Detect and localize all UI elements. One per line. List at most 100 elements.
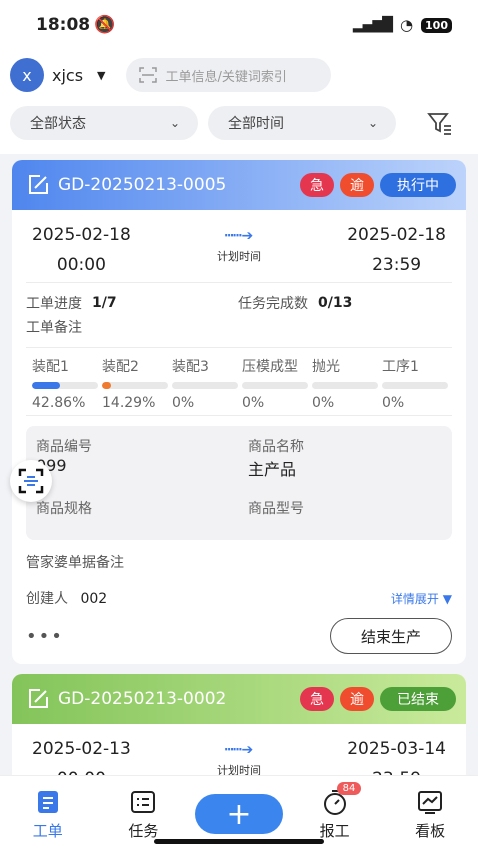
order-code: GD-20250213-0005 <box>58 175 227 195</box>
urgent-badge: 急 <box>300 173 334 197</box>
filter-icon[interactable] <box>426 109 454 137</box>
tab-label: 看板 <box>415 822 446 840</box>
tab-label: 报工 <box>319 822 350 840</box>
divider <box>26 415 452 416</box>
notification-badge: 84 <box>336 782 362 795</box>
process-item: 装配2 14.29% <box>102 356 172 411</box>
process-percent: 0% <box>242 395 265 411</box>
tab-work-order[interactable]: 工单 <box>8 788 88 841</box>
work-order-card[interactable]: GD-20250213-0002 急 逾 已结束 2025-02-13 00:0… <box>12 674 466 775</box>
battery-icon: 100 <box>421 17 452 33</box>
expand-details-link[interactable]: 详情展开 ▼ <box>391 590 452 607</box>
document-icon <box>37 791 58 813</box>
process-progress-bar <box>102 382 168 389</box>
goods-panel: 商品编号 099 商品名称 主产品 商品规格 商品型号 <box>26 426 452 540</box>
process-list: 装配1 42.86% 装配2 14.29% 装配3 0% 压模成型 0% 抛光 0% 工序1 0% <box>12 348 466 415</box>
process-progress-bar <box>242 382 308 389</box>
process-item: 工序1 0% <box>382 356 452 411</box>
tab-label: 工单 <box>32 822 63 840</box>
process-percent: 0% <box>312 395 335 411</box>
status-badge: 已结束 <box>380 687 456 711</box>
end-production-button[interactable]: 结束生产 <box>330 618 452 654</box>
scan-icon <box>138 67 157 83</box>
process-name: 装配2 <box>102 359 139 375</box>
process-progress-bar <box>312 382 378 389</box>
process-item: 压模成型 0% <box>242 356 312 411</box>
more-icon[interactable]: ••• <box>26 626 64 647</box>
start-time: 2025-02-18 00:00 <box>32 220 131 280</box>
tab-dashboard[interactable]: 看板 <box>390 788 470 841</box>
process-name: 装配1 <box>32 359 69 375</box>
time-filter-value: 全部时间 <box>228 116 284 132</box>
end-date: 2025-02-18 <box>347 225 446 245</box>
process-percent: 42.86% <box>32 395 86 411</box>
status-filter-select[interactable]: 全部状态 ⌄ <box>10 106 198 140</box>
process-name: 工序1 <box>382 359 419 375</box>
card-header: GD-20250213-0005 急 逾 执行中 <box>12 160 466 210</box>
chevron-down-icon[interactable]: ▼ <box>97 69 105 82</box>
goods-model-label: 商品型号 <box>248 501 304 517</box>
urgent-badge: 急 <box>300 687 334 711</box>
tab-tasks[interactable]: 任务 <box>103 788 183 841</box>
tab-label: 任务 <box>128 822 159 840</box>
card-header: GD-20250213-0002 急 逾 已结束 <box>12 674 466 724</box>
chevron-down-icon: ⌄ <box>367 116 378 130</box>
overdue-badge: 逾 <box>340 173 374 197</box>
bell-muted-icon: 🔕 <box>94 15 116 35</box>
end-clock: 23:59 <box>347 764 446 775</box>
chart-board-icon <box>418 791 443 814</box>
work-order-card[interactable]: GD-20250213-0005 急 逾 执行中 2025-02-18 00:0… <box>12 160 466 664</box>
process-percent: 0% <box>382 395 405 411</box>
signal-icon: ▂▄▆█ <box>352 17 393 33</box>
home-indicator <box>154 839 324 844</box>
goods-code: 099 <box>36 456 67 475</box>
clock: 18:08 <box>36 15 91 35</box>
scan-icon <box>18 468 44 494</box>
search-placeholder: 工单信息/关键词索引 <box>165 69 287 85</box>
process-progress-fill <box>102 382 112 389</box>
process-percent: 14.29% <box>102 395 156 411</box>
header: x xjcs ▼ 工单信息/关键词索引 全部状态 ⌄ 全部时间 ⌄ <box>0 50 478 154</box>
plan-time-mid: ┅┅➔ 计划时间 <box>217 734 261 775</box>
status-icons: ▂▄▆█ ◔ 100 <box>353 16 452 34</box>
arrow-right-icon: ┅┅➔ <box>224 742 254 758</box>
start-clock: 00:00 <box>56 255 106 275</box>
status-bar: 18:08 🔕 ▂▄▆█ ◔ 100 <box>0 0 478 50</box>
start-time: 2025-02-13 00:00 <box>32 734 131 775</box>
order-code: GD-20250213-0002 <box>58 689 227 709</box>
status-filter-value: 全部状态 <box>30 116 86 132</box>
butler-remark: 管家婆单据备注 <box>26 555 124 571</box>
card-actions: ••• 结束生产 <box>12 608 466 664</box>
floating-scan-button[interactable] <box>10 460 52 502</box>
goods-spec-label: 商品规格 <box>36 501 92 517</box>
status-time: 18:08 🔕 <box>36 15 115 35</box>
start-clock: 00:00 <box>32 764 131 775</box>
process-item: 抛光 0% <box>312 356 382 411</box>
plus-icon: + <box>194 794 283 834</box>
tab-add[interactable]: + <box>194 788 283 834</box>
status-badge: 执行中 <box>380 173 456 197</box>
progress-value: 1/7 <box>92 295 117 311</box>
start-date: 2025-02-13 <box>32 739 131 759</box>
plan-time: 2025-02-13 00:00 ┅┅➔ 计划时间 2025-03-14 23:… <box>12 724 466 775</box>
progress-label: 工单进度 <box>26 296 82 312</box>
creator-value: 002 <box>80 591 108 607</box>
remark-label: 工单备注 <box>26 320 82 336</box>
edit-icon[interactable] <box>26 687 50 711</box>
time-filter-select[interactable]: 全部时间 ⌄ <box>208 106 396 140</box>
process-progress-bar <box>172 382 238 389</box>
overdue-badge: 逾 <box>340 687 374 711</box>
edit-icon[interactable] <box>26 173 50 197</box>
process-item: 装配3 0% <box>172 356 242 411</box>
avatar[interactable]: x <box>10 58 44 92</box>
end-time: 2025-02-18 23:59 <box>347 220 446 280</box>
task-value: 0/13 <box>318 295 353 311</box>
search-input[interactable]: 工单信息/关键词索引 <box>125 58 331 92</box>
process-name: 抛光 <box>312 359 340 375</box>
expand-label: 详情展开 <box>390 591 439 606</box>
username[interactable]: xjcs <box>52 66 83 85</box>
chevron-down-icon: ⌄ <box>169 116 180 130</box>
task-list-icon <box>131 791 156 813</box>
order-info: 工单进度 1/7 任务完成数 0/13 工单备注 <box>12 283 466 347</box>
tab-report[interactable]: 84 报工 <box>295 782 375 841</box>
